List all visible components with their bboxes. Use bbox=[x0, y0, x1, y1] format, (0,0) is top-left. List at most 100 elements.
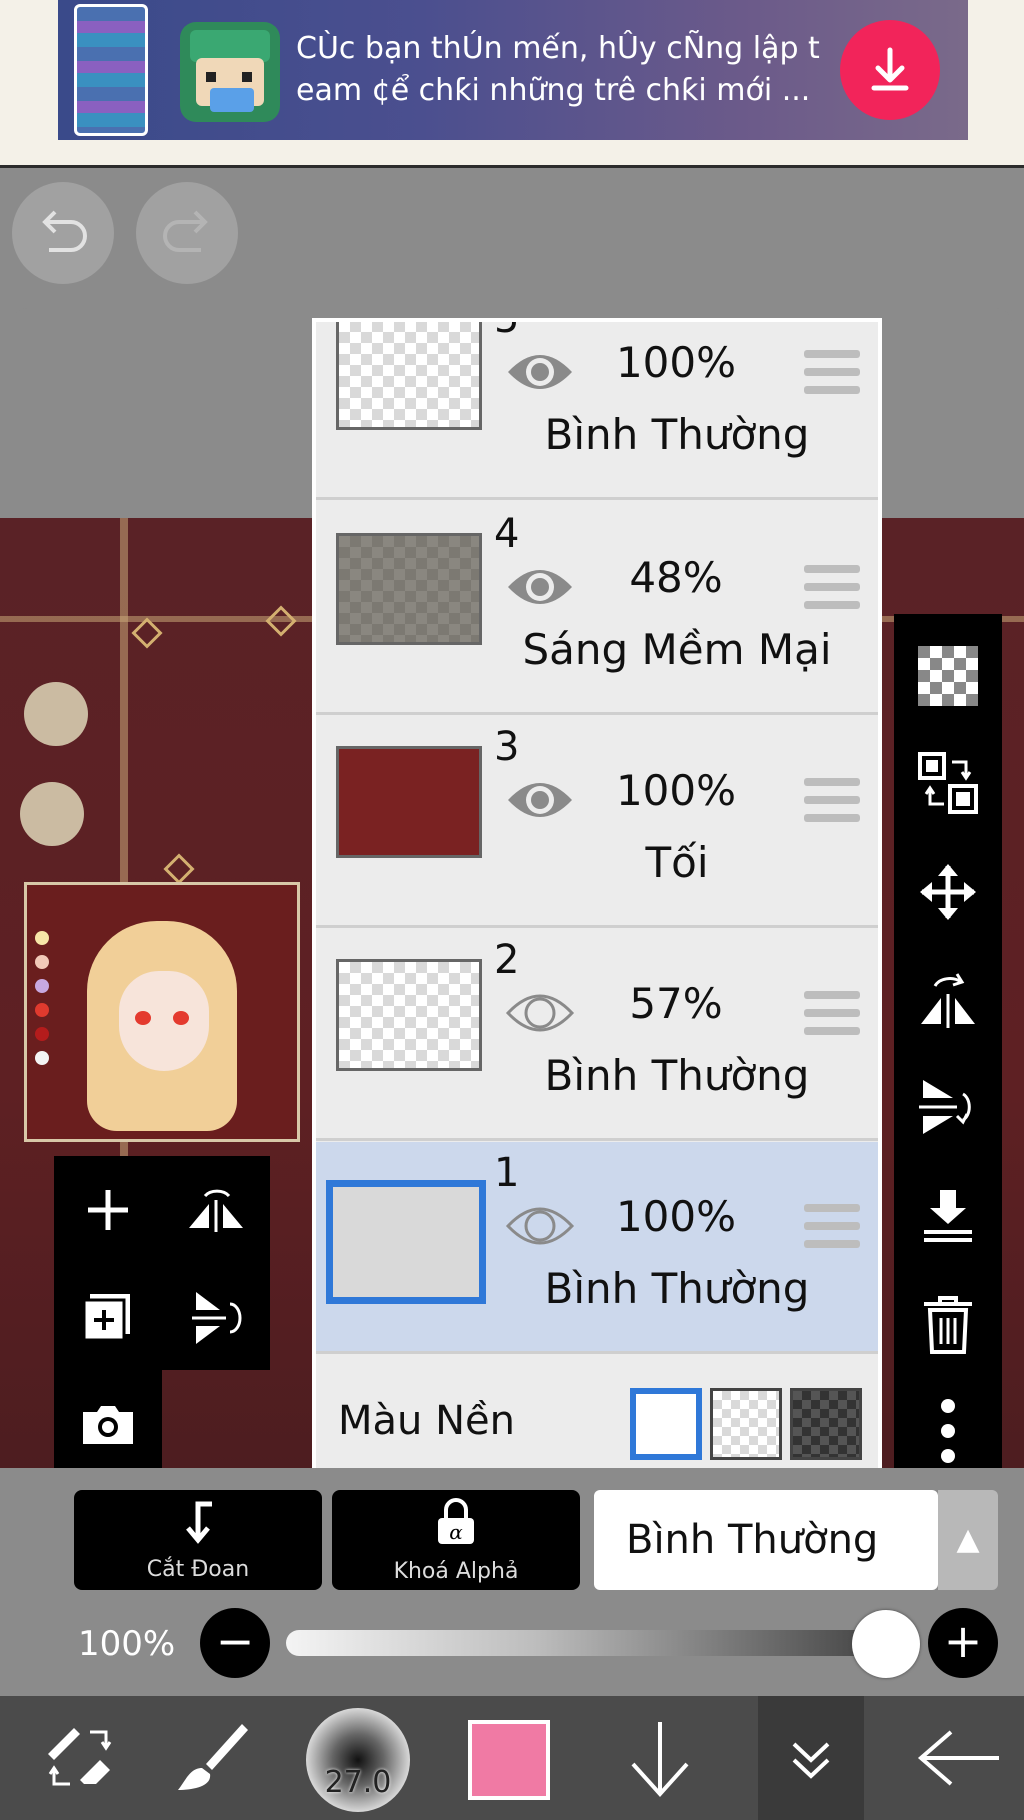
layer-row-4[interactable]: 4 48% Sáng Mềm Mại bbox=[316, 503, 878, 715]
flip-horizontal-icon bbox=[189, 1189, 243, 1232]
flip-vertical-layer-button[interactable] bbox=[894, 1054, 1002, 1162]
swap-icon bbox=[918, 752, 978, 814]
redo-button[interactable] bbox=[136, 182, 238, 284]
flip-horizontal-icon bbox=[921, 973, 975, 1028]
layers-menu-button[interactable] bbox=[758, 1696, 864, 1820]
opacity-value: 100% bbox=[78, 1624, 176, 1664]
layer-thumbnail bbox=[326, 1180, 486, 1304]
tool-switch-button[interactable] bbox=[20, 1696, 140, 1820]
delete-layer-button[interactable] bbox=[894, 1270, 1002, 1378]
more-vertical-icon bbox=[941, 1399, 955, 1463]
duplicate-layer-button[interactable] bbox=[54, 1264, 162, 1372]
layer-down-button[interactable] bbox=[600, 1696, 720, 1820]
alpha-lock-label: Khoá Alphả bbox=[393, 1559, 519, 1584]
layer-thumbnail bbox=[336, 746, 482, 858]
opacity-increase-button[interactable]: + bbox=[928, 1608, 998, 1678]
layer-number: 3 bbox=[494, 724, 520, 770]
ad-banner-bar: CÙc bạn thÚn mến, hÛy cÑng lập t eam ¢ể … bbox=[0, 0, 1024, 168]
brush-eraser-switch-icon bbox=[48, 1728, 112, 1786]
layer-thumbnail bbox=[336, 959, 482, 1071]
brush-size-value: 27.0 bbox=[324, 1765, 392, 1800]
eye-outline-icon[interactable] bbox=[504, 1198, 576, 1254]
camera-icon bbox=[83, 1406, 133, 1444]
background-color-row: Màu Nền bbox=[316, 1368, 878, 1474]
bottom-toolbar: 27.0 bbox=[0, 1696, 1024, 1820]
layer-panel: 5 100% Bình Thường 4 48% Sáng Mềm Mại 3 bbox=[312, 318, 882, 1478]
background-transparent-swatch[interactable] bbox=[710, 1388, 782, 1460]
drag-handle-icon[interactable] bbox=[804, 1204, 860, 1258]
download-icon[interactable] bbox=[840, 20, 940, 120]
drag-handle-icon[interactable] bbox=[804, 778, 860, 832]
camera-button[interactable] bbox=[54, 1370, 162, 1478]
brush-size-button[interactable]: 27.0 bbox=[306, 1708, 410, 1812]
brush-tool-button[interactable] bbox=[152, 1696, 272, 1820]
clipping-label: Cắt Đoan bbox=[146, 1557, 250, 1582]
layer-row-3[interactable]: 3 100% Tối bbox=[316, 716, 878, 928]
copy-plus-icon bbox=[82, 1294, 130, 1342]
layer-controls: Cắt Đoan α Khoá Alphả Bình Thường ▲ 100%… bbox=[0, 1468, 1024, 1696]
alpha-lock-button[interactable]: α Khoá Alphả bbox=[332, 1490, 580, 1590]
layer-number: 5 bbox=[494, 322, 519, 342]
opacity-decrease-button[interactable]: − bbox=[200, 1608, 270, 1678]
layer-row-2[interactable]: 2 57% Bình Thường bbox=[316, 929, 878, 1141]
camera-tool-palette bbox=[54, 1370, 162, 1478]
layer-actions-toolbar bbox=[894, 614, 1002, 1478]
opacity-slider-handle[interactable] bbox=[852, 1610, 920, 1678]
alpha-lock-icon: α bbox=[332, 1490, 580, 1559]
move-icon bbox=[920, 864, 976, 920]
drag-handle-icon[interactable] bbox=[804, 350, 860, 404]
layer-row-5[interactable]: 5 100% Bình Thường bbox=[316, 322, 878, 500]
eye-icon[interactable] bbox=[504, 772, 576, 828]
undo-icon bbox=[42, 210, 87, 252]
layer-opacity: 57% bbox=[629, 979, 723, 1028]
layer-list[interactable]: 5 100% Bình Thường 4 48% Sáng Mềm Mại 3 bbox=[316, 322, 878, 1368]
layer-blend-mode: Bình Thường bbox=[544, 410, 810, 459]
undo-button[interactable] bbox=[12, 182, 114, 284]
color-swatch-button[interactable] bbox=[468, 1720, 550, 1800]
background-label: Màu Nền bbox=[338, 1398, 515, 1444]
move-button[interactable] bbox=[894, 838, 1002, 946]
trash-icon bbox=[924, 1296, 972, 1354]
layer-number: 2 bbox=[494, 937, 520, 983]
back-button[interactable] bbox=[900, 1696, 1020, 1820]
opacity-slider[interactable] bbox=[286, 1630, 908, 1656]
arrow-down-icon bbox=[631, 1722, 689, 1797]
drag-handle-icon[interactable] bbox=[804, 991, 860, 1045]
layer-blend-mode: Bình Thường bbox=[544, 1051, 810, 1100]
double-chevron-down-icon bbox=[792, 1742, 830, 1779]
blend-mode-select[interactable]: Bình Thường bbox=[594, 1490, 938, 1590]
layer-opacity: 48% bbox=[629, 553, 723, 602]
svg-text:α: α bbox=[449, 1520, 463, 1544]
ad-text: CÙc bạn thÚn mến, hÛy cÑng lập t eam ¢ể … bbox=[296, 31, 820, 108]
flip-horizontal-button[interactable] bbox=[162, 1156, 270, 1264]
clipping-button[interactable]: Cắt Đoan bbox=[74, 1490, 322, 1590]
background-dark-swatch[interactable] bbox=[790, 1388, 862, 1460]
background-white-swatch[interactable] bbox=[630, 1388, 702, 1460]
flip-vertical-button[interactable] bbox=[162, 1264, 270, 1372]
layer-number: 1 bbox=[494, 1150, 520, 1196]
chevron-up-icon[interactable]: ▲ bbox=[938, 1490, 998, 1590]
arrow-left-icon bbox=[917, 1730, 999, 1786]
redo-icon bbox=[163, 210, 208, 252]
layer-blend-mode: Sáng Mềm Mại bbox=[522, 625, 832, 674]
add-layer-button[interactable] bbox=[54, 1156, 162, 1264]
swap-layer-button[interactable] bbox=[894, 730, 1002, 838]
merge-down-icon bbox=[924, 1190, 972, 1242]
layer-row-1[interactable]: 1 100% Bình Thường bbox=[316, 1142, 878, 1354]
eye-icon[interactable] bbox=[504, 559, 576, 615]
drag-handle-icon[interactable] bbox=[804, 565, 860, 619]
merge-down-button[interactable] bbox=[894, 1162, 1002, 1270]
transparency-button[interactable] bbox=[894, 622, 1002, 730]
reference-thumbnail[interactable] bbox=[24, 882, 300, 1142]
ad-banner[interactable]: CÙc bạn thÚn mến, hÛy cÑng lập t eam ¢ể … bbox=[58, 0, 968, 140]
flip-vertical-icon bbox=[192, 1292, 242, 1344]
eye-outline-icon[interactable] bbox=[504, 985, 576, 1041]
layer-thumbnail bbox=[336, 533, 482, 645]
ad-screenshot-image bbox=[74, 4, 148, 136]
layer-opacity: 100% bbox=[615, 766, 737, 815]
flip-horizontal-layer-button[interactable] bbox=[894, 946, 1002, 1054]
layer-number: 4 bbox=[494, 511, 520, 557]
ad-game-icon bbox=[180, 22, 280, 122]
layer-tools-palette bbox=[54, 1156, 270, 1370]
eye-icon[interactable] bbox=[504, 344, 576, 400]
